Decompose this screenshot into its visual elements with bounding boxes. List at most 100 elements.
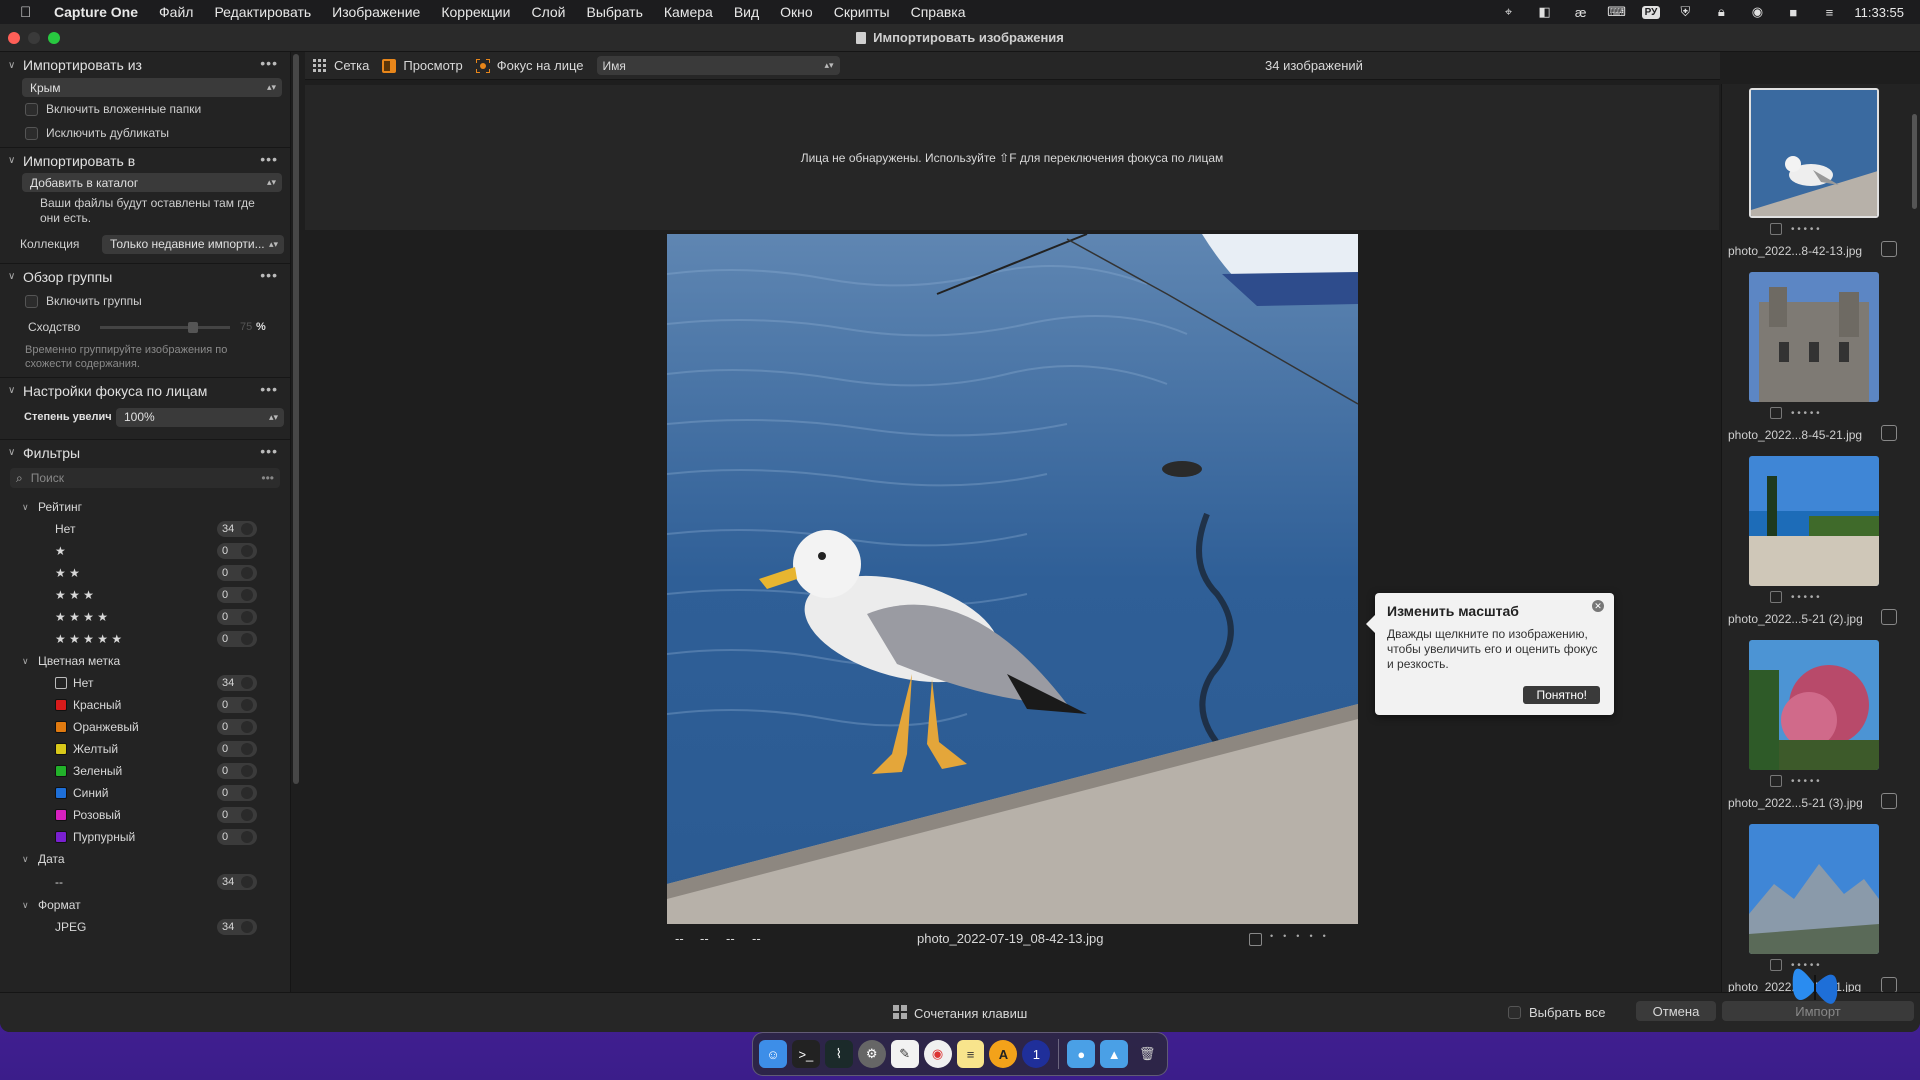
face-focus-button[interactable]: Фокус на лице <box>474 57 584 74</box>
color-filter-item[interactable]: Зеленый 0 <box>0 760 290 782</box>
menu-clock[interactable]: 11:33:55 <box>1854 5 1904 20</box>
got-it-button[interactable]: Понятно! <box>1523 686 1600 704</box>
rating-filter-item[interactable]: ★ ★ 0 <box>0 562 290 584</box>
color-filter-item[interactable]: Синий 0 <box>0 782 290 804</box>
color-filter-item[interactable]: Оранжевый 0 <box>0 716 290 738</box>
menu-view[interactable]: Вид <box>734 4 759 20</box>
import-checkbox[interactable] <box>1881 609 1897 625</box>
group-overview-header[interactable]: ∨ Обзор группы ••• <box>0 263 290 289</box>
menu-camera[interactable]: Камера <box>664 4 713 20</box>
lock-icon[interactable]: 🔒︎ <box>1710 4 1732 20</box>
rating-filter-item[interactable]: ★ ★ ★ 0 <box>0 584 290 606</box>
thumbnail-checkbox[interactable] <box>1770 223 1782 235</box>
import-checkbox[interactable] <box>1881 425 1897 441</box>
preview-button[interactable]: Просмотр <box>382 58 463 73</box>
apple-menu-icon[interactable]:  <box>20 4 40 21</box>
menu-edit[interactable]: Редактировать <box>214 4 311 20</box>
thumbnail-item[interactable]: • • • • • photo_2022...8-45-21.jpg <box>1722 268 1920 452</box>
keyboard-shortcuts-button[interactable]: Сочетания клавиш <box>893 1005 1027 1022</box>
thumbnail-image[interactable] <box>1749 272 1879 402</box>
chrome-icon[interactable]: ◉ <box>923 1040 952 1068</box>
rating-dots[interactable]: • • • • • <box>1791 776 1820 787</box>
downloads-folder-icon[interactable]: ● <box>1067 1040 1096 1068</box>
menu-scripts[interactable]: Скрипты <box>834 4 890 20</box>
rating-filter-item[interactable]: ★ 0 <box>0 540 290 562</box>
cancel-button[interactable]: Отмена <box>1636 1001 1716 1021</box>
color-filter-item[interactable]: Пурпурный 0 <box>0 826 290 848</box>
thumbnail-image[interactable] <box>1749 824 1879 954</box>
filter-search-input[interactable]: ⌕ Поиск ••• <box>10 468 280 488</box>
zoom-window-button[interactable] <box>48 32 60 44</box>
thumbnail-image[interactable] <box>1749 456 1879 586</box>
thumbnail-checkbox[interactable] <box>1770 407 1782 419</box>
rating-filter-item[interactable]: ★ ★ ★ ★ 0 <box>0 606 290 628</box>
color-filter-header[interactable]: ∨ Цветная метка <box>0 650 290 672</box>
incognito-icon[interactable]: ■ <box>1782 5 1804 20</box>
import-from-header[interactable]: ∨ Импортировать из ••• <box>0 52 290 78</box>
rating-filter-header[interactable]: ∨ Рейтинг <box>0 496 290 518</box>
date-filter-header[interactable]: ∨ Дата <box>0 848 290 870</box>
activity-monitor-icon[interactable]: ⌇ <box>824 1040 853 1068</box>
collection-select[interactable]: Только недавние импорти... ▴▾ <box>102 234 284 254</box>
format-filter-item[interactable]: JPEG 34 <box>0 916 290 938</box>
more-icon[interactable]: ••• <box>260 151 278 167</box>
import-source-select[interactable]: Крым ▴▾ <box>22 78 282 97</box>
main-photo[interactable] <box>667 234 1358 924</box>
checkbox-icon[interactable] <box>1508 1006 1521 1019</box>
enable-groups-checkbox[interactable]: Включить группы <box>0 289 290 313</box>
color-filter-item[interactable]: Нет 34 <box>0 672 290 694</box>
thumbnail-item[interactable]: • • • • • photo_2022...5-21 (2).jpg <box>1722 452 1920 636</box>
color-filter-item[interactable]: Красный 0 <box>0 694 290 716</box>
rating-filter-item[interactable]: ★ ★ ★ ★ ★ 0 <box>0 628 290 650</box>
more-icon[interactable]: ••• <box>260 55 278 71</box>
applications-folder-icon[interactable]: ▲ <box>1100 1040 1129 1068</box>
date-filter-item[interactable]: -- 34 <box>0 870 290 894</box>
thumbnail-item[interactable]: • • • • • photo_2022...5-21 (3).jpg <box>1722 636 1920 820</box>
import-destination-select[interactable]: Добавить в каталог ▴▾ <box>22 173 282 192</box>
include-subfolders-checkbox[interactable]: Включить вложенные папки <box>0 97 290 121</box>
color-filter-item[interactable]: Желтый 0 <box>0 738 290 760</box>
script-icon[interactable]: æ <box>1570 5 1592 20</box>
left-panel-scrollbar[interactable] <box>293 54 299 784</box>
zoom-level-select[interactable]: 100% ▴▾ <box>116 407 284 427</box>
import-checkbox[interactable] <box>1881 977 1897 992</box>
more-icon[interactable]: ••• <box>260 267 278 283</box>
face-focus-header[interactable]: ∨ Настройки фокуса по лицам ••• <box>0 377 290 403</box>
rating-filter-item[interactable]: Нет 34 <box>0 518 290 540</box>
filters-header[interactable]: ∨ Фильтры ••• <box>0 439 290 465</box>
menu-app-name[interactable]: Capture One <box>54 4 138 20</box>
thumbnail-checkbox[interactable] <box>1770 959 1782 971</box>
checkbox-icon[interactable] <box>25 294 38 308</box>
thumbnail-image[interactable] <box>1749 640 1879 770</box>
textedit-icon[interactable]: ✎ <box>890 1040 919 1068</box>
control-center-icon[interactable]: ≡ <box>1818 5 1840 20</box>
thumbnail-checkbox[interactable] <box>1770 591 1782 603</box>
trash-icon[interactable]: 🗑︎ <box>1133 1040 1161 1068</box>
more-icon[interactable]: ••• <box>260 381 278 397</box>
similarity-value[interactable]: 75 <box>240 321 256 333</box>
color-filter-item[interactable]: Розовый 0 <box>0 804 290 826</box>
sort-select[interactable]: Имя ▴▾ <box>596 56 840 75</box>
menu-image[interactable]: Изображение <box>332 4 420 20</box>
grid-view-button[interactable]: Сетка <box>313 58 369 73</box>
rating-dots[interactable]: • • • • • <box>1791 408 1820 419</box>
close-window-button[interactable] <box>8 32 20 44</box>
rating-dots[interactable]: ••••• <box>1270 931 1336 941</box>
thumbnail-item[interactable]: • • • • • photo_2022...8-42-13.jpg <box>1722 84 1920 268</box>
import-checkbox[interactable] <box>1881 793 1897 809</box>
finder-icon[interactable]: ☺ <box>759 1040 787 1068</box>
terminal-icon[interactable]: >_ <box>791 1040 820 1068</box>
similarity-slider[interactable] <box>100 321 230 333</box>
pin-icon[interactable]: ⌖ <box>1498 4 1520 20</box>
photo-select-checkbox[interactable] <box>1249 933 1262 946</box>
1password-icon[interactable]: 1 <box>1022 1040 1051 1068</box>
import-to-header[interactable]: ∨ Импортировать в ••• <box>0 147 290 173</box>
owl-icon[interactable]: ◉ <box>1746 4 1768 20</box>
thumbnail-scrollbar[interactable] <box>1912 114 1917 209</box>
import-checkbox[interactable] <box>1881 241 1897 257</box>
checkbox-icon[interactable] <box>25 102 38 116</box>
menu-file[interactable]: Файл <box>159 4 193 20</box>
sidebar-icon[interactable]: ◧ <box>1534 4 1556 20</box>
rating-dots[interactable]: • • • • • <box>1791 224 1820 235</box>
menu-layer[interactable]: Слой <box>531 4 565 20</box>
